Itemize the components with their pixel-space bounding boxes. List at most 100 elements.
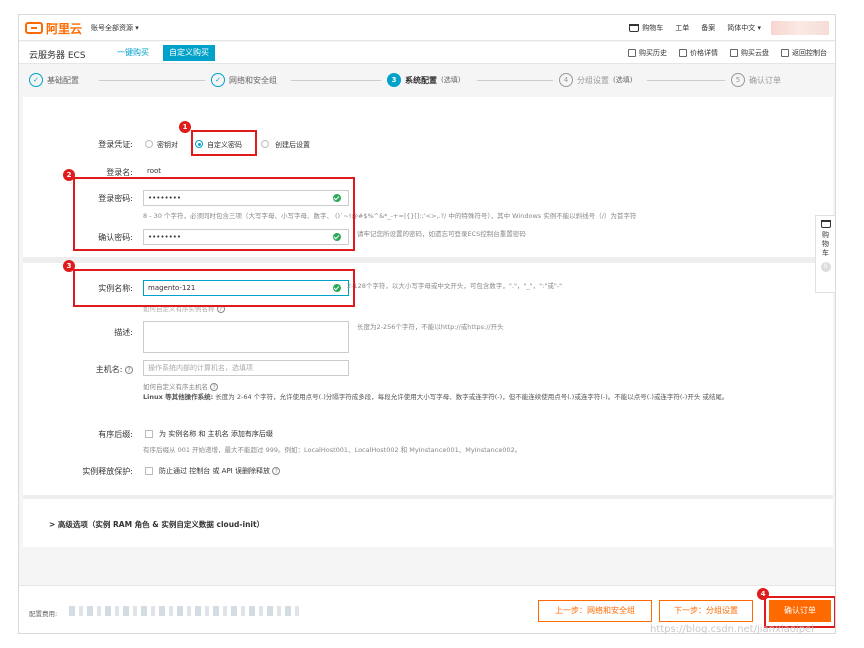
- hostname-rule-bold: Linux 等其他操作系统:: [143, 393, 214, 401]
- console-window: 阿里云 账号全部资源 ▾ 购物车 工单 备案 简体中文 ▾ 云服务器 ECS 一…: [18, 14, 836, 634]
- step-number: 5: [731, 73, 745, 87]
- step-optional: (选填): [441, 76, 461, 84]
- hostname-help-text: 如何自定义有序主机名: [143, 383, 208, 391]
- account-resources-dropdown[interactable]: 账号全部资源 ▾: [91, 23, 139, 33]
- floating-cart-label: 购物车: [822, 231, 829, 257]
- ordered-suffix-hint: 有序后缀从 001 开始递增，最大不能超过 999。例如：LocalHost00…: [143, 446, 522, 454]
- ordered-suffix-checkbox[interactable]: [145, 430, 153, 438]
- disk-icon: [730, 49, 738, 57]
- step-number: 3: [387, 73, 401, 87]
- instance-name-hint: 2-128个字符，以大小写字母或中文开头，可包含数字，"."，"_"，":"或"…: [347, 282, 563, 290]
- highlight-box-1: [191, 130, 257, 156]
- step-number: 4: [559, 73, 573, 87]
- config-fee-label: 配置费用:: [29, 610, 58, 618]
- cart-count-badge: 0: [820, 262, 831, 272]
- config-fee-value-blurred: [69, 606, 303, 616]
- hostname-label-text: 主机名:: [95, 365, 123, 374]
- back-console-label: 返回控制台: [792, 49, 827, 57]
- step-connector: [291, 80, 381, 81]
- system-config-form: 登录凭证: 密钥对 自定义密码 创建后设置 1 登录名: root 登录密码: …: [23, 97, 833, 547]
- aliyun-logo[interactable]: 阿里云: [25, 20, 82, 36]
- login-credential-label: 登录凭证:: [98, 140, 133, 149]
- price-detail-label: 价格详情: [690, 49, 718, 57]
- radio-set-later-label: 创建后设置: [275, 141, 310, 149]
- annotation-badge-2: 2: [63, 169, 75, 181]
- annotation-badge-4: 4: [757, 588, 769, 600]
- description-textarea[interactable]: [143, 321, 349, 353]
- release-protection-checkbox[interactable]: [145, 467, 153, 475]
- tab-custom-buy[interactable]: 自定义购买: [163, 45, 215, 61]
- top-nav: 购物车 工单 备案 简体中文 ▾: [629, 23, 761, 33]
- section-divider: [23, 257, 833, 263]
- step-system-config: 3 系统配置 (选填): [387, 73, 460, 87]
- hostname-rule: Linux 等其他操作系统: 长度为 2-64 个字符，允许使用点号(.)分隔字…: [143, 392, 823, 402]
- watermark: https://blog.csdn.net/jianxiaoipei: [650, 624, 814, 635]
- cart-icon: [628, 49, 636, 57]
- purchase-history-link[interactable]: 购买历史: [628, 48, 667, 58]
- step-confirm[interactable]: 5 确认订单: [731, 73, 781, 87]
- radio-keypair-label: 密钥对: [157, 141, 178, 149]
- logo-text: 阿里云: [46, 21, 83, 36]
- purchase-links: 购买历史 价格详情 购买云盘 返回控制台: [628, 48, 827, 58]
- section-divider: [23, 495, 833, 499]
- floating-cart[interactable]: 购物车 0: [815, 215, 835, 293]
- release-protection-label: 实例释放保护:: [82, 467, 133, 476]
- hostname-label: 主机名: ?: [53, 364, 133, 375]
- check-icon: ✓: [29, 73, 43, 87]
- step-label: 网络和安全组: [229, 75, 277, 85]
- cart-icon: [629, 24, 640, 32]
- top-nav-filing[interactable]: 备案: [701, 23, 715, 33]
- step-connector: [99, 80, 205, 81]
- step-label: 系统配置: [405, 75, 437, 85]
- help-icon: ?: [210, 383, 219, 391]
- step-label: 确认订单: [749, 75, 781, 85]
- step-network[interactable]: ✓ 网络和安全组: [211, 73, 277, 87]
- help-icon[interactable]: ?: [125, 365, 133, 374]
- language-dropdown[interactable]: 简体中文 ▾: [727, 23, 761, 33]
- step-group[interactable]: 4 分组设置 (选填): [559, 73, 632, 87]
- step-label: 基础配置: [47, 75, 79, 85]
- aliyun-logo-icon: [25, 22, 43, 34]
- description-hint: 长度为2-256个字符，不能以http://或https://开头: [357, 323, 504, 331]
- hostname-input[interactable]: 操作系统内部的计算机名，选填项: [143, 360, 349, 376]
- check-icon: ✓: [211, 73, 225, 87]
- confirm-password-hint: 请牢记您所设置的密码，如遗忘可登录ECS控制台重置密码: [357, 230, 526, 238]
- hostname-rule-text: 长度为 2-64 个字符，允许使用点号(.)分隔字符成多段，每段允许使用大小写字…: [215, 393, 701, 401]
- annotation-badge-1: 1: [179, 121, 191, 133]
- radio-keypair[interactable]: [145, 140, 153, 148]
- back-icon: [781, 49, 789, 57]
- release-protection-text-label: 防止通过 控制台 或 API 误删除释放: [159, 467, 270, 475]
- ordered-suffix-label: 有序后缀:: [98, 430, 133, 439]
- step-connector: [647, 80, 725, 81]
- prev-step-button[interactable]: 上一步：网络和安全组: [538, 600, 652, 622]
- hostname-help-link[interactable]: 如何自定义有序主机名 ?: [143, 381, 219, 391]
- buy-disk-link[interactable]: 购买云盘: [730, 48, 769, 58]
- advanced-options-toggle[interactable]: > 高级选项（实例 RAM 角色 & 实例自定义数据 cloud-init）: [49, 519, 264, 530]
- avatar[interactable]: [771, 21, 829, 35]
- highlight-box-2: [73, 177, 355, 251]
- step-optional: (选填): [613, 76, 633, 84]
- step-progress: ✓ 基础配置 ✓ 网络和安全组 3 系统配置 (选填) 4 分组设置 (选填) …: [19, 65, 835, 95]
- back-console-link[interactable]: 返回控制台: [781, 48, 827, 58]
- radio-set-later[interactable]: [261, 140, 269, 148]
- purchase-history-label: 购买历史: [639, 49, 667, 57]
- price-detail-link[interactable]: 价格详情: [679, 48, 718, 58]
- tab-quick-buy[interactable]: 一键购买: [111, 45, 155, 61]
- top-nav-orders[interactable]: 工单: [675, 23, 689, 33]
- annotation-badge-3: 3: [63, 260, 75, 272]
- buy-disk-label: 购买云盘: [741, 49, 769, 57]
- ordered-suffix-text: 为 实例名称 和 主机名 添加有序后缀: [159, 430, 273, 438]
- step-label: 分组设置: [577, 75, 609, 85]
- purchase-header: 云服务器 ECS 一键购买 自定义购买 购买历史 价格详情 购买云盘 返回控制台: [19, 42, 835, 64]
- description-label: 描述:: [114, 328, 133, 337]
- highlight-box-3: [73, 269, 355, 307]
- username-value: root: [147, 167, 162, 175]
- release-protection-text: 防止通过 控制台 或 API 误删除释放 ?: [159, 466, 281, 476]
- cart-label: 购物车: [642, 24, 664, 32]
- help-icon[interactable]: ?: [272, 467, 281, 475]
- top-nav-cart[interactable]: 购物车: [629, 23, 663, 33]
- hostname-rule-end: 或结尾。: [702, 393, 729, 401]
- next-step-button[interactable]: 下一步：分组设置: [659, 600, 753, 622]
- step-connector: [477, 80, 553, 81]
- step-basic-config[interactable]: ✓ 基础配置: [29, 73, 79, 87]
